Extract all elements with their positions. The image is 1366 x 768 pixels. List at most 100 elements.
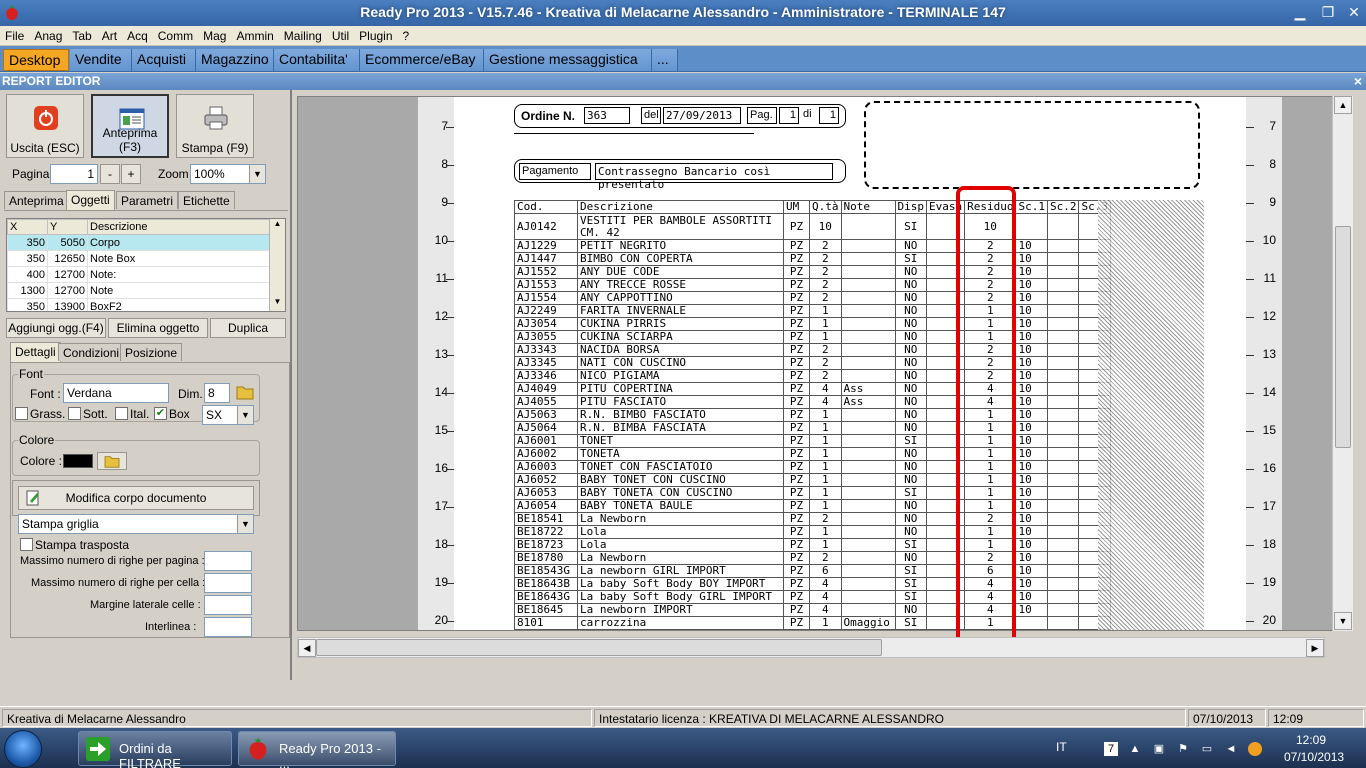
taskbar-item-readypro[interactable]: Ready Pro 2013 - ... (238, 731, 396, 768)
tab-parametri[interactable]: Parametri (116, 191, 179, 209)
print-button[interactable]: Stampa (F9) (176, 94, 254, 158)
calendar-icon[interactable]: 7 (1104, 742, 1118, 756)
scroll-up-icon[interactable]: ▲ (270, 219, 285, 233)
windows-start-icon[interactable] (4, 730, 42, 768)
volume-icon[interactable]: ◄ (1224, 742, 1238, 756)
folder-icon[interactable] (236, 384, 254, 400)
color-picker-button[interactable] (97, 452, 127, 470)
side-margin-input[interactable] (204, 595, 252, 615)
grid-row[interactable]: 350 13900 BoxF2 (7, 298, 271, 311)
report-preview[interactable]: 7 8 9 10 11 12 13 14 15 16 17 18 19 20 7 8 9 10 11 12 13 14 1… (297, 96, 1353, 631)
print-grid-select[interactable]: Stampa griglia ▼ (18, 514, 254, 534)
grid-row[interactable]: 400 12700 Note: (7, 266, 271, 283)
chevron-down-icon[interactable]: ▼ (237, 515, 253, 533)
tab-more[interactable]: ... (652, 49, 678, 71)
clock-date[interactable]: 07/10/2013 (1284, 750, 1344, 764)
menu-acq[interactable]: Acq (122, 26, 153, 43)
tab-vendite[interactable]: Vendite (70, 49, 132, 71)
grid-col-y[interactable]: Y (47, 219, 88, 235)
preview-vertical-scrollbar[interactable]: ▲ ▼ (1332, 96, 1353, 631)
grid-scrollbar[interactable]: ▲ ▼ (269, 219, 285, 311)
network-icon[interactable]: ▲ (1128, 742, 1142, 756)
scroll-left-icon[interactable]: ◀ (298, 639, 316, 657)
grid-row[interactable]: 350 5050 Corpo (7, 234, 271, 251)
menu-ammin[interactable]: Ammin (231, 26, 278, 43)
tab-condizioni[interactable]: Condizioni (58, 343, 125, 361)
menu-anag[interactable]: Anag (29, 26, 67, 43)
menu-util[interactable]: Util (327, 26, 354, 43)
grid-col-x[interactable]: X (7, 219, 48, 235)
box-checkbox[interactable]: ✔ (154, 407, 167, 420)
italic-checkbox[interactable] (115, 407, 128, 420)
restore-button[interactable]: ❐ (1316, 2, 1340, 22)
tab-posizione[interactable]: Posizione (120, 343, 183, 361)
tab-contabilita[interactable]: Contabilita' (274, 49, 360, 71)
ruler-mark (446, 393, 454, 394)
delete-object-button[interactable]: Elimina oggetto (108, 318, 208, 338)
exit-button[interactable]: Uscita (ESC) (6, 94, 84, 158)
page-next-button[interactable]: + (121, 164, 141, 184)
preview-horizontal-scrollbar[interactable]: ◀ ▶ (297, 637, 1325, 658)
italic-label: Ital. (130, 407, 150, 421)
scroll-down-icon[interactable]: ▼ (270, 297, 285, 311)
update-icon[interactable] (1248, 742, 1262, 756)
preview-button[interactable]: Anteprima (F3) (91, 94, 169, 158)
page-prev-button[interactable]: - (100, 164, 120, 184)
tab-desktop[interactable]: Desktop (3, 49, 69, 71)
grid-col-descrizione[interactable]: Descrizione (87, 219, 271, 235)
line-spacing-input[interactable] (204, 617, 252, 637)
doc-cell (1015, 213, 1048, 240)
horizontal-scroll-thumb[interactable] (316, 639, 882, 656)
menu-comm[interactable]: Comm (153, 26, 198, 43)
close-editor-button[interactable]: × (1354, 73, 1362, 89)
tab-ecommerce[interactable]: Ecommerce/eBay (360, 49, 484, 71)
font-input[interactable]: Verdana (63, 383, 169, 403)
menu-mag[interactable]: Mag (198, 26, 231, 43)
device-icon[interactable]: ▣ (1152, 742, 1166, 756)
max-rows-cell-input[interactable] (204, 573, 252, 593)
scroll-right-icon[interactable]: ▶ (1306, 639, 1324, 657)
vertical-scroll-thumb[interactable] (1335, 226, 1351, 448)
doc-cell (1046, 447, 1080, 461)
page-number-input[interactable]: 1 (50, 164, 98, 184)
clock-time[interactable]: 12:09 (1296, 733, 1326, 747)
menu-help[interactable]: ? (398, 26, 415, 43)
font-size-input[interactable]: 8 (204, 383, 230, 403)
add-object-button[interactable]: Aggiungi ogg.(F4) (6, 318, 106, 338)
scroll-up-icon[interactable]: ▲ (1334, 96, 1352, 114)
tab-oggetti[interactable]: Oggetti (66, 190, 115, 210)
tab-magazzino[interactable]: Magazzino (196, 49, 274, 71)
monitor-icon[interactable]: ▭ (1200, 742, 1214, 756)
menu-plugin[interactable]: Plugin (354, 26, 397, 43)
flag-icon[interactable]: ⚑ (1176, 742, 1190, 756)
grid-row[interactable]: 350 12650 Note Box (7, 250, 271, 267)
align-select[interactable]: SX ▼ (202, 405, 254, 425)
menu-art[interactable]: Art (97, 26, 122, 43)
color-swatch[interactable] (63, 454, 93, 468)
tab-dettagli[interactable]: Dettagli (10, 342, 61, 362)
tab-acquisti[interactable]: Acquisti (132, 49, 196, 71)
objects-grid[interactable]: X Y Descrizione 350 5050 Corpo 350 12650 Not… (6, 218, 286, 312)
bold-checkbox[interactable] (15, 407, 28, 420)
close-window-button[interactable]: ✕ (1342, 2, 1366, 22)
max-rows-page-input[interactable] (204, 551, 252, 571)
scroll-down-icon[interactable]: ▼ (1334, 612, 1352, 630)
tab-messaggistica[interactable]: Gestione messaggistica (484, 49, 652, 71)
chevron-down-icon[interactable]: ▼ (249, 165, 265, 183)
menu-tab[interactable]: Tab (67, 26, 96, 43)
minimize-button[interactable]: ▁ (1288, 2, 1312, 22)
grid-row[interactable]: 1300 12700 Note (7, 282, 271, 299)
modify-body-button[interactable]: Modifica corpo documento (18, 486, 254, 510)
doc-cell: 4 (809, 577, 842, 591)
zoom-select[interactable]: 100% ▼ (190, 164, 266, 184)
taskbar-item-ordini[interactable]: Ordini da FILTRARE (78, 731, 232, 768)
language-indicator[interactable]: IT (1056, 740, 1067, 754)
menu-file[interactable]: File (0, 26, 29, 43)
tab-anteprima[interactable]: Anteprima (4, 191, 69, 209)
menu-mailing[interactable]: Mailing (279, 26, 327, 43)
tab-etichette[interactable]: Etichette (178, 191, 235, 209)
duplicate-button[interactable]: Duplica (210, 318, 286, 338)
underline-checkbox[interactable] (68, 407, 81, 420)
transposed-checkbox[interactable] (20, 538, 33, 551)
chevron-down-icon[interactable]: ▼ (237, 406, 253, 424)
